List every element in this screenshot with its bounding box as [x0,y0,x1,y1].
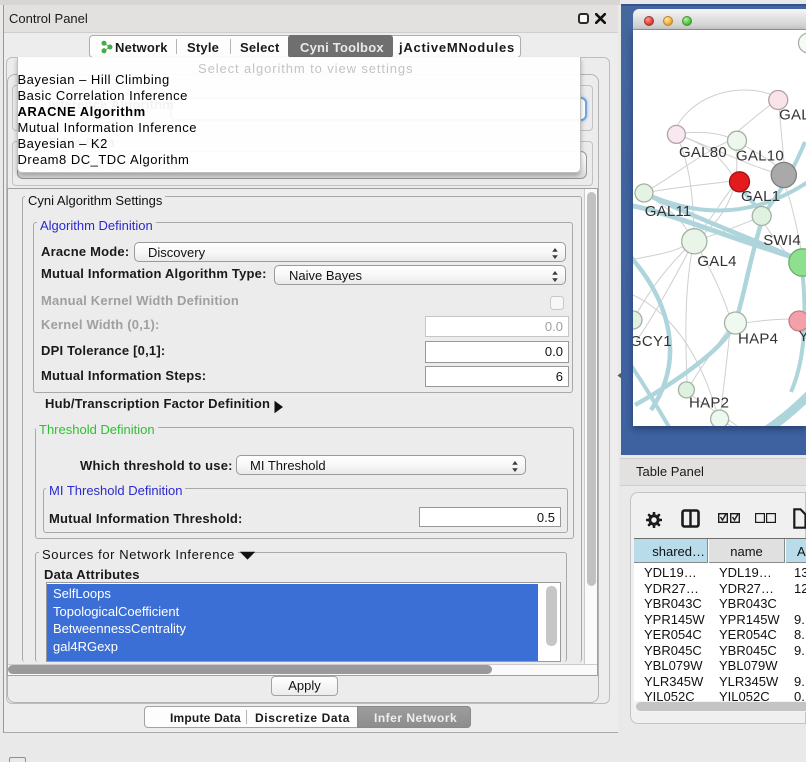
svg-text:HAP2: HAP2 [689,394,729,411]
svg-text:SWI4: SWI4 [763,232,801,249]
svg-text:GAL80: GAL80 [679,144,727,161]
svg-text:GAL1: GAL1 [741,188,780,205]
svg-text:GAL10: GAL10 [736,148,784,165]
svg-text:Y: Y [799,328,806,345]
svg-text:GAL11: GAL11 [645,203,692,220]
svg-text:GCY1: GCY1 [633,333,672,350]
svg-text:HAP4: HAP4 [738,331,778,348]
svg-text:GAL7: GAL7 [779,107,806,124]
svg-text:GAL4: GAL4 [697,253,736,270]
